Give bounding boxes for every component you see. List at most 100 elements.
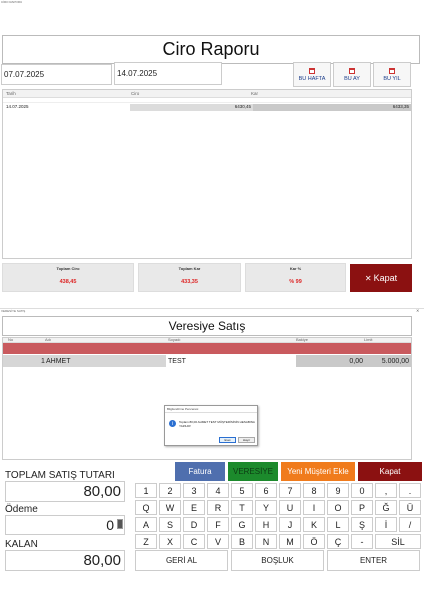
key-row5-0[interactable]: GERİ AL bbox=[135, 550, 228, 571]
key-row3-10[interactable]: İ bbox=[375, 517, 397, 532]
key-row2-8[interactable]: O bbox=[327, 500, 349, 515]
this-month-label: BU AY bbox=[344, 75, 360, 82]
key-row2-1[interactable]: W bbox=[159, 500, 181, 515]
key-row1-6[interactable]: 7 bbox=[279, 483, 301, 498]
total-ciro-label: Toplam Ciro bbox=[56, 266, 80, 271]
key-row1-7[interactable]: 8 bbox=[303, 483, 325, 498]
dialog-no-button[interactable]: Hayır bbox=[238, 437, 255, 443]
key-row1-4[interactable]: 5 bbox=[231, 483, 253, 498]
kar-percent-label: Kar % bbox=[289, 266, 302, 271]
veresiye-close-button[interactable]: Kapat bbox=[358, 462, 422, 481]
row-date: 14.07.2025 bbox=[6, 104, 29, 109]
key-row4-0[interactable]: Z bbox=[135, 534, 157, 549]
dialog-yes-button[interactable]: Evet bbox=[219, 437, 236, 443]
kalan-label: KALAN bbox=[5, 539, 38, 550]
ciro-title: Ciro Raporu bbox=[162, 39, 260, 59]
key-row3-1[interactable]: S bbox=[159, 517, 181, 532]
key-row1-9[interactable]: 0 bbox=[351, 483, 373, 498]
key-row5-1[interactable]: BOŞLUK bbox=[231, 550, 324, 571]
key-row3-3[interactable]: F bbox=[207, 517, 229, 532]
key-row2-6[interactable]: U bbox=[279, 500, 301, 515]
date-start-field[interactable]: 07.07.2025 bbox=[1, 64, 112, 85]
key-row4-4[interactable]: B bbox=[231, 534, 253, 549]
key-row3-8[interactable]: L bbox=[327, 517, 349, 532]
key-row4-10[interactable]: SİL bbox=[375, 534, 421, 549]
key-row2-7[interactable]: I bbox=[303, 500, 325, 515]
key-row5-2[interactable]: ENTER bbox=[327, 550, 420, 571]
kar-percent-box: Kar % % 99 bbox=[245, 263, 346, 292]
veresiye-button[interactable]: VERESİYE bbox=[228, 462, 278, 481]
filter-row bbox=[3, 98, 411, 103]
filter-row-red bbox=[3, 343, 411, 354]
key-row2-3[interactable]: R bbox=[207, 500, 229, 515]
key-row2-0[interactable]: Q bbox=[135, 500, 157, 515]
key-row1-3[interactable]: 4 bbox=[207, 483, 229, 498]
key-row4-7[interactable]: Ö bbox=[303, 534, 325, 549]
keyboard-row-qwerty: QWERTYUIOPĞÜ bbox=[135, 500, 422, 515]
fatura-button[interactable]: Fatura bbox=[175, 462, 225, 481]
key-row4-9[interactable]: - bbox=[351, 534, 373, 549]
odeme-label: Ödeme bbox=[5, 504, 38, 515]
col-limit-header: Limit bbox=[364, 337, 373, 342]
col-soyadi-header: Soyadı bbox=[168, 337, 181, 342]
key-row2-5[interactable]: Y bbox=[255, 500, 277, 515]
key-row1-10[interactable]: , bbox=[375, 483, 397, 498]
new-customer-button[interactable]: Yeni Müşteri Ekle bbox=[281, 462, 355, 481]
key-row1-11[interactable]: . bbox=[399, 483, 421, 498]
key-row3-0[interactable]: A bbox=[135, 517, 157, 532]
this-month-button[interactable]: BU AY bbox=[333, 62, 371, 87]
key-row3-11[interactable]: / bbox=[399, 517, 421, 532]
this-week-label: BU HAFTA bbox=[298, 75, 326, 82]
row-kar: 6433,35 bbox=[253, 104, 411, 111]
key-row4-8[interactable]: Ç bbox=[327, 534, 349, 549]
ciro-grid[interactable] bbox=[2, 89, 412, 259]
keyboard-row-digits: 1234567890,. bbox=[135, 483, 422, 498]
row-ciro: 6430,45 bbox=[130, 104, 253, 111]
ciro-close-button[interactable]: ✕ Kapat bbox=[350, 264, 412, 292]
veresiye-title-box: Veresiye Satış bbox=[2, 316, 412, 336]
odeme-value: 0 bbox=[106, 517, 114, 533]
odeme-input[interactable]: 0 bbox=[5, 515, 125, 535]
date-end-field[interactable]: 14.07.2025 bbox=[114, 62, 222, 85]
key-row3-5[interactable]: H bbox=[255, 517, 277, 532]
customer-limit: 5.000,00 bbox=[366, 355, 411, 367]
key-row1-2[interactable]: 3 bbox=[183, 483, 205, 498]
key-row1-8[interactable]: 9 bbox=[327, 483, 349, 498]
key-row4-5[interactable]: N bbox=[255, 534, 277, 549]
veresiye-title: Veresiye Satış bbox=[168, 319, 246, 333]
key-row3-2[interactable]: D bbox=[183, 517, 205, 532]
this-week-button[interactable]: BU HAFTA bbox=[293, 62, 331, 87]
keyboard-row-zxcv: Z X C V B N M Ö Ç - SİL bbox=[135, 534, 422, 549]
key-row2-9[interactable]: P bbox=[351, 500, 373, 515]
ciro-table-row[interactable]: 14.07.2025 6430,45 6433,35 bbox=[3, 104, 411, 111]
key-row4-2[interactable]: C bbox=[183, 534, 205, 549]
veresiye-window-close-icon[interactable]: ✕ bbox=[416, 308, 419, 313]
total-ciro-box: Toplam Ciro 438,45 bbox=[2, 263, 134, 292]
key-row1-0[interactable]: 1 bbox=[135, 483, 157, 498]
key-row2-4[interactable]: T bbox=[231, 500, 253, 515]
key-row2-10[interactable]: Ğ bbox=[375, 500, 397, 515]
this-year-button[interactable]: BU YIL bbox=[373, 62, 411, 87]
stepper-icon[interactable] bbox=[117, 519, 123, 529]
customer-adi: AHMET bbox=[46, 357, 71, 365]
info-icon: i bbox=[169, 420, 176, 427]
key-row4-3[interactable]: V bbox=[207, 534, 229, 549]
key-row3-6[interactable]: J bbox=[279, 517, 301, 532]
customer-no: 1 bbox=[41, 357, 45, 365]
key-row2-11[interactable]: Ü bbox=[399, 500, 421, 515]
col-no-header: No bbox=[8, 337, 14, 342]
key-row3-9[interactable]: Ş bbox=[351, 517, 373, 532]
customer-row[interactable]: 1 AHMET TEST 0,00 5.000,00 bbox=[3, 355, 411, 367]
key-row2-2[interactable]: E bbox=[183, 500, 205, 515]
key-row1-1[interactable]: 2 bbox=[159, 483, 181, 498]
key-row3-7[interactable]: K bbox=[303, 517, 325, 532]
total-kar-label: Toplam Kar bbox=[178, 266, 201, 271]
customer-soyadi: TEST bbox=[166, 355, 296, 367]
key-row1-5[interactable]: 6 bbox=[255, 483, 277, 498]
keyboard-row-actions: GERİ AL BOŞLUK ENTER bbox=[135, 550, 422, 571]
key-row3-4[interactable]: G bbox=[231, 517, 253, 532]
this-year-label: BU YIL bbox=[383, 75, 401, 82]
on-screen-keyboard: 1234567890,. QWERTYUIOPĞÜ A S D F G H J K L Ş İ / Z… bbox=[135, 483, 422, 573]
key-row4-6[interactable]: M bbox=[279, 534, 301, 549]
key-row4-1[interactable]: X bbox=[159, 534, 181, 549]
